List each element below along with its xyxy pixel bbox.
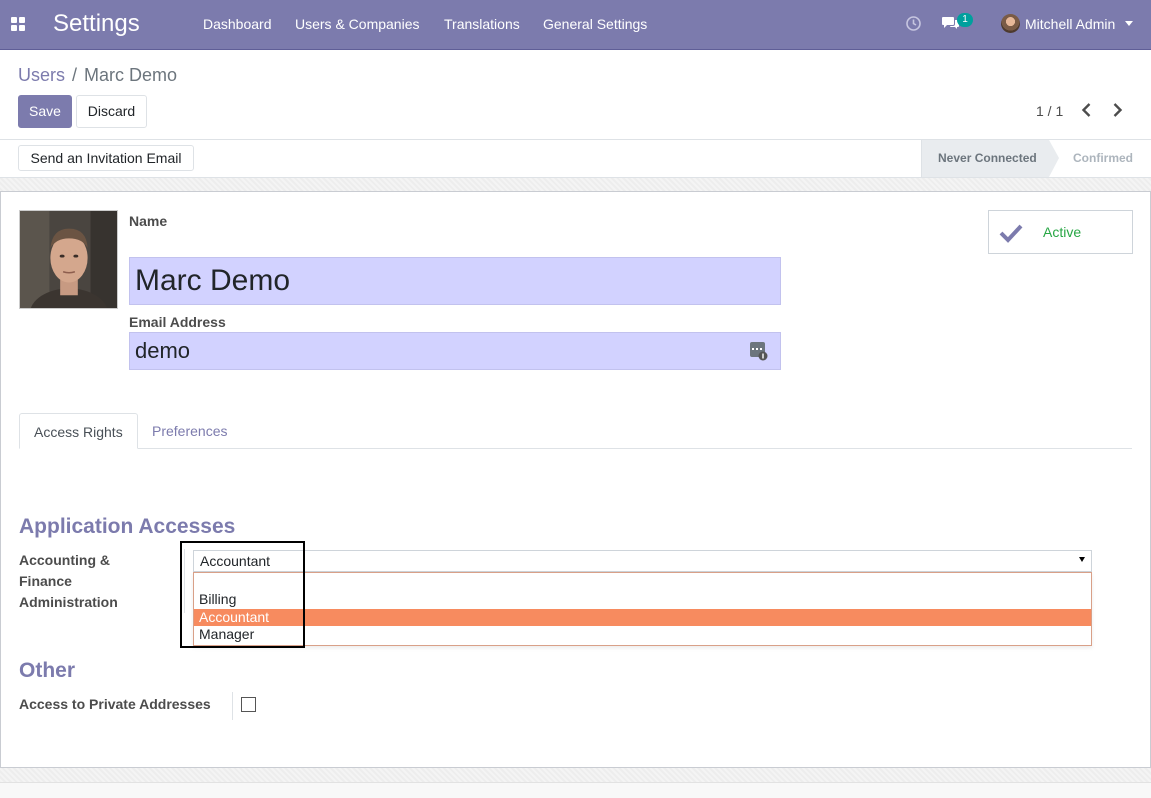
- active-label: Active: [1043, 224, 1082, 240]
- stage-arrow: [1049, 140, 1059, 177]
- accounting-label-line2: Finance: [19, 573, 72, 589]
- field-separator: [232, 692, 233, 720]
- activity-clock-icon[interactable]: [905, 15, 922, 32]
- section-application-accesses: Application Accesses: [19, 515, 236, 538]
- menu-users-companies[interactable]: Users & Companies: [295, 0, 420, 50]
- accounting-dropdown-list: Billing Accountant Manager: [193, 572, 1092, 646]
- app-title[interactable]: Settings: [53, 10, 140, 38]
- top-navbar: Settings Dashboard Users & Companies Tra…: [0, 0, 1151, 50]
- active-toggle-button[interactable]: Active: [988, 210, 1133, 254]
- tab-access-rights[interactable]: Access Rights: [19, 413, 138, 449]
- dropdown-option-manager[interactable]: Manager: [194, 626, 1091, 643]
- apps-menu-icon[interactable]: [11, 17, 25, 31]
- email-label: Email Address: [129, 314, 226, 330]
- name-input[interactable]: Marc Demo: [129, 257, 781, 305]
- menu-general-settings[interactable]: General Settings: [543, 0, 647, 50]
- statusbar: Send an Invitation Email Never Connected…: [0, 140, 1151, 178]
- breadcrumb-current: Marc Demo: [84, 65, 178, 85]
- breadcrumb: Users / Marc Demo: [18, 64, 177, 86]
- pager-previous-icon[interactable]: [1079, 101, 1095, 119]
- user-avatar: [1001, 14, 1020, 33]
- chatter-area: [0, 782, 1151, 798]
- focus-highlight: [180, 541, 305, 648]
- stage-confirmed: Confirmed: [1073, 151, 1133, 165]
- save-button[interactable]: Save: [18, 95, 72, 128]
- section-other: Other: [19, 659, 76, 682]
- tab-preferences[interactable]: Preferences: [138, 413, 241, 449]
- email-input[interactable]: demo: [129, 332, 781, 370]
- send-invitation-email-button[interactable]: Send an Invitation Email: [18, 145, 194, 171]
- breadcrumb-separator: /: [72, 65, 78, 85]
- name-label: Name: [129, 213, 168, 229]
- user-name: Mitchell Admin: [1025, 16, 1116, 32]
- private-addresses-checkbox[interactable]: [241, 697, 256, 712]
- accounting-label-line3: Administration: [19, 594, 118, 610]
- chevron-down-icon: [1125, 21, 1133, 26]
- dropdown-option-accountant[interactable]: Accountant: [194, 609, 1091, 626]
- stage-never-connected: Never Connected: [921, 140, 1049, 177]
- user-photo[interactable]: [19, 210, 118, 309]
- dropdown-option-billing[interactable]: Billing: [194, 591, 1091, 608]
- menu-dashboard[interactable]: Dashboard: [203, 0, 272, 50]
- breadcrumb-users-link[interactable]: Users: [18, 65, 65, 85]
- chat-count-badge: 1: [957, 13, 973, 27]
- accounting-select[interactable]: Accountant: [193, 550, 1092, 572]
- accounting-label-line1: Accounting &: [19, 552, 110, 568]
- private-addresses-label: Access to Private Addresses: [19, 696, 211, 712]
- chevron-down-icon: [1079, 557, 1085, 562]
- checkmark-icon: [999, 224, 1023, 243]
- pager-value[interactable]: 1 / 1: [1036, 102, 1063, 120]
- password-manager-icon[interactable]: [749, 341, 768, 361]
- pager-next-icon[interactable]: [1109, 101, 1125, 119]
- discard-button[interactable]: Discard: [76, 95, 147, 128]
- menu-translations[interactable]: Translations: [444, 0, 520, 50]
